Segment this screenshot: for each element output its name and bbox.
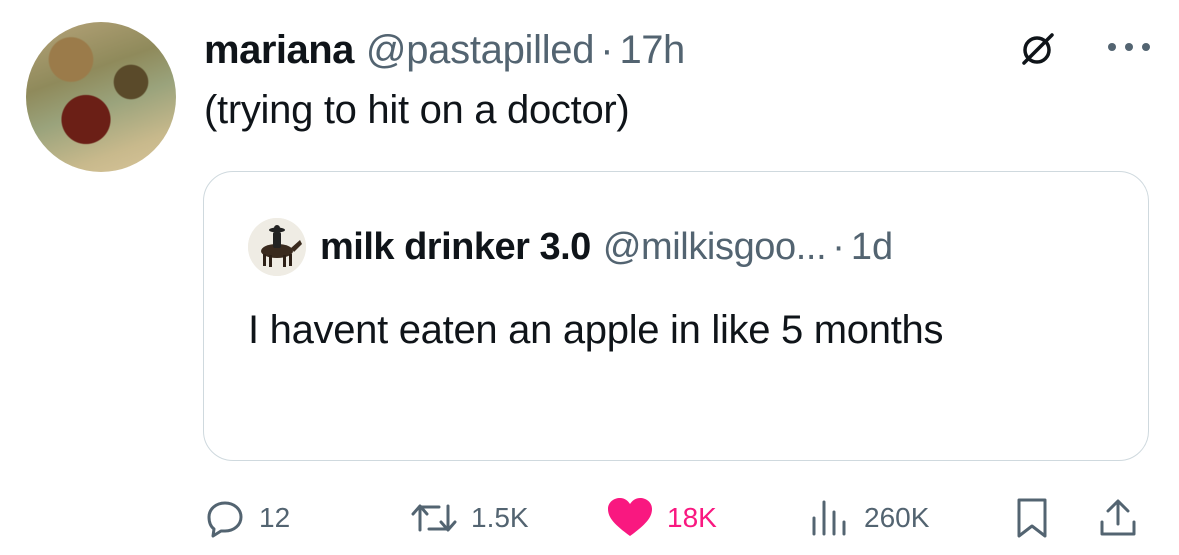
bookmark-button[interactable] xyxy=(1012,490,1052,546)
tweet-time[interactable]: 17h xyxy=(620,28,686,73)
reply-button[interactable]: 12 xyxy=(203,490,290,546)
like-button[interactable]: 18K xyxy=(605,490,717,546)
author-avatar[interactable] xyxy=(26,22,176,172)
views-button[interactable]: 260K xyxy=(808,490,929,546)
separator-dot: · xyxy=(600,27,614,72)
bookmark-icon xyxy=(1017,498,1047,538)
quoted-tweet[interactable]: milk drinker 3.0 @milkisgoo... · 1d I ha… xyxy=(203,171,1149,461)
repost-count: 1.5K xyxy=(471,502,529,533)
quoted-author-name[interactable]: milk drinker 3.0 xyxy=(320,226,591,269)
views-icon xyxy=(812,500,846,536)
tweet-header: mariana @pastapilled · 17h xyxy=(204,24,685,76)
more-icon[interactable] xyxy=(1104,32,1154,62)
tweet-text: (trying to hit on a doctor) xyxy=(204,88,630,132)
share-button[interactable] xyxy=(1096,490,1140,546)
action-bar: 12 1.5K 18K 260K xyxy=(0,490,1179,546)
like-count: 18K xyxy=(667,502,717,533)
quoted-tweet-time[interactable]: 1d xyxy=(851,226,893,269)
horse-rider-image xyxy=(248,218,306,276)
heart-icon xyxy=(608,498,652,536)
reply-icon xyxy=(207,501,243,538)
share-icon xyxy=(1100,499,1136,536)
quoted-tweet-header: milk drinker 3.0 @milkisgoo... · 1d xyxy=(320,222,893,272)
quoted-author-handle[interactable]: @milkisgoo... xyxy=(603,226,827,269)
grok-icon[interactable] xyxy=(1018,29,1058,69)
quoted-author-avatar[interactable] xyxy=(248,218,306,276)
repost-button[interactable]: 1.5K xyxy=(409,490,529,546)
repost-icon xyxy=(411,504,457,532)
quoted-tweet-text: I havent eaten an apple in like 5 months xyxy=(248,308,944,352)
author-name[interactable]: mariana xyxy=(204,28,354,73)
author-handle[interactable]: @pastapilled xyxy=(366,28,595,73)
separator-dot: · xyxy=(832,225,845,268)
views-count: 260K xyxy=(864,502,930,533)
reply-count: 12 xyxy=(259,502,291,533)
